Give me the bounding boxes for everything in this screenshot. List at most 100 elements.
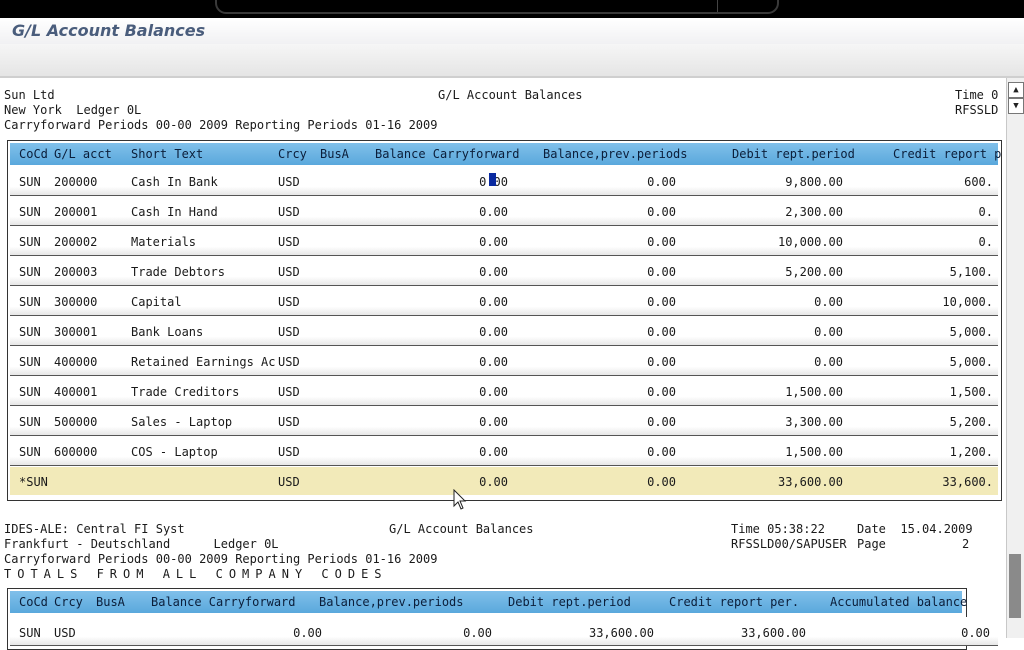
cell-crcy: USD <box>278 265 300 279</box>
col2-busa[interactable]: BusA <box>96 595 125 609</box>
report-content: Sun Ltd New York Ledger 0L Carryforward … <box>0 78 1006 650</box>
cell-balance-prev: 0.00 <box>647 385 676 399</box>
cell-balance-prev: 0.00 <box>647 445 676 459</box>
cell-credit: 5,100. <box>949 265 993 279</box>
vertical-scrollbar[interactable]: ▲ ▼ <box>1006 78 1024 638</box>
cell-gl-acct: 200002 <box>54 235 98 249</box>
arrow-down-icon[interactable]: ▼ <box>1008 98 1024 114</box>
cell-balance-carryforward: 0.00 <box>479 355 508 369</box>
table-row[interactable]: SUN200000Cash In BankUSD0.000.009,800.00… <box>10 167 998 196</box>
cell-credit: 5,000. <box>949 325 993 339</box>
cell-balance-carryforward: 0.00 <box>479 265 508 279</box>
cell-balance-prev: 0.00 <box>647 355 676 369</box>
cell-balance-carryforward: 0.00 <box>479 445 508 459</box>
table-row[interactable]: SUN 300000 Capital USD 0.00 0.00 0.00 10,000. <box>10 287 998 316</box>
cell-short-text: Cash In Hand <box>131 205 218 219</box>
cell-cocd: SUN <box>19 205 41 219</box>
cell-short-text: Cash In Bank <box>131 175 218 189</box>
totals-table-header: CoCd Crcy BusA Balance Carryforward Bala… <box>10 591 967 613</box>
table-row[interactable]: SUN 400000 Retained Earnings Ac USD 0.00 0.00… <box>10 347 998 376</box>
report-time-2: Time 05:38:22 <box>731 522 825 536</box>
cell-credit: 0. <box>978 235 993 249</box>
cell-balance-carryforward: 0.00 <box>479 475 508 489</box>
mouse-pointer-icon <box>453 489 467 510</box>
col-gl-acct[interactable]: G/L acct <box>54 147 112 161</box>
cell-balance-prev: 0.00 <box>647 205 676 219</box>
table-row[interactable]: SUN 300001 Bank Loans USD 0.00 0.00 0.00 5,000. <box>10 317 998 346</box>
cell-gl-acct: 500000 <box>54 415 98 429</box>
col2-balance-carryforward[interactable]: Balance Carryforward <box>151 595 296 609</box>
cell-credit: 600. <box>964 175 993 189</box>
cell-debit: 5,200.00 <box>785 265 843 279</box>
total-row[interactable]: *SUN USD 0.00 0.00 33,600.00 33,600. <box>10 467 998 495</box>
scrollbar-thumb[interactable] <box>1009 554 1021 618</box>
table-row[interactable]: SUN 200002 Materials USD 0.00 0.00 10,000.00 0. <box>10 227 998 256</box>
cell-crcy: USD <box>278 295 300 309</box>
table-row[interactable]: SUN 200001 Cash In Hand USD 0.00 0.00 2,300.00… <box>10 197 998 226</box>
col2-debit-rept-period[interactable]: Debit rept.period <box>508 595 631 609</box>
balances-table: CoCd G/L acct Short Text Crcy BusA Balan… <box>7 140 1002 501</box>
col-credit-report[interactable]: Credit report p <box>893 147 1001 161</box>
cell-cocd: SUN <box>19 445 41 459</box>
page-label: Page <box>857 537 886 551</box>
col2-credit-report[interactable]: Credit report per. <box>669 595 799 609</box>
cell-debit: 33,600.00 <box>777 475 843 489</box>
cell-debit: 10,000.00 <box>777 235 843 249</box>
col2-balance-prev-periods[interactable]: Balance,prev.periods <box>319 595 464 609</box>
cell-credit: 5,200. <box>949 415 993 429</box>
table-row[interactable]: SUN 400001 Trade Creditors USD 0.00 0.00 1,500… <box>10 377 998 406</box>
cell-balance-carryforward: 0.00 <box>479 325 508 339</box>
page-number: 2 <box>962 537 970 551</box>
cell-debit: 0.00 <box>814 295 843 309</box>
cell-cocd: *SUN <box>19 475 48 489</box>
cell-crcy: USD <box>278 205 300 219</box>
totals-table: CoCd Crcy BusA Balance Carryforward Bala… <box>7 588 998 650</box>
cell-gl-acct: 200003 <box>54 265 98 279</box>
periods-line-2: Carryforward Periods 00-00 2009 Reportin… <box>4 552 438 566</box>
system-name: IDES-ALE: Central FI Syst <box>4 522 185 536</box>
address-bar[interactable] <box>215 0 779 14</box>
periods-line: Carryforward Periods 00-00 2009 Reportin… <box>4 118 438 132</box>
cell-short-text: COS - Laptop <box>131 445 218 459</box>
cell-crcy: USD <box>278 325 300 339</box>
cell-gl-acct: 200001 <box>54 205 98 219</box>
col-crcy[interactable]: Crcy <box>278 147 307 161</box>
col-balance-prev-periods[interactable]: Balance,prev.periods <box>543 147 688 161</box>
title-bar: G/L Account Balances <box>0 18 1024 44</box>
col2-accumulated-balance[interactable]: Accumulated balance <box>830 595 967 609</box>
cell-balance-prev: 0.00 <box>647 295 676 309</box>
cell-short-text: Trade Creditors <box>131 385 240 399</box>
col-debit-rept-period[interactable]: Debit rept.period <box>732 147 855 161</box>
cell-cocd: SUN <box>19 295 41 309</box>
cell-credit: 10,000. <box>942 295 993 309</box>
col-short-text[interactable]: Short Text <box>131 147 203 161</box>
table-header: CoCd G/L acct Short Text Crcy BusA Balan… <box>10 143 1001 165</box>
table-row[interactable]: SUN 500000 Sales - Laptop USD 0.00 0.00 3,300.… <box>10 407 998 436</box>
totals-row[interactable]: SUN USD 0.00 0.00 33,600.00 33,600.00 0.… <box>10 617 998 646</box>
cell-crcy: USD <box>278 475 300 489</box>
table-row[interactable]: SUN 600000 COS - Laptop USD 0.00 0.00 1,500.00… <box>10 437 998 466</box>
cell-credit: 0. <box>978 205 993 219</box>
cell-short-text: Bank Loans <box>131 325 204 339</box>
report-title: G/L Account Balances <box>438 88 583 102</box>
cell-balance-prev: 0.00 <box>647 175 676 189</box>
company-name: Sun Ltd <box>4 88 55 102</box>
cell-gl-acct: 300000 <box>54 295 98 309</box>
col-busa[interactable]: BusA <box>320 147 349 161</box>
cell-gl-acct: 200000 <box>54 175 98 189</box>
address-divider <box>717 0 718 12</box>
cell-credit: 33,600. <box>942 475 993 489</box>
cell-crcy: USD <box>278 355 300 369</box>
cell-crcy: USD <box>278 385 300 399</box>
col-cocd[interactable]: CoCd <box>19 147 48 161</box>
table-row[interactable]: SUN 200003 Trade Debtors USD 0.00 0.00 5,200.0… <box>10 257 998 286</box>
cell-crcy: USD <box>278 415 300 429</box>
col2-crcy[interactable]: Crcy <box>54 595 83 609</box>
company-location: New York Ledger 0L <box>4 103 142 117</box>
col-balance-carryforward[interactable]: Balance Carryforward <box>375 147 520 161</box>
report-user: RFSSLD00/SAPUSER <box>731 537 847 551</box>
cell-cocd: SUN <box>19 235 41 249</box>
col2-cocd[interactable]: CoCd <box>19 595 48 609</box>
cell-balance-prev: 0.00 <box>647 265 676 279</box>
arrow-up-icon[interactable]: ▲ <box>1008 82 1024 98</box>
